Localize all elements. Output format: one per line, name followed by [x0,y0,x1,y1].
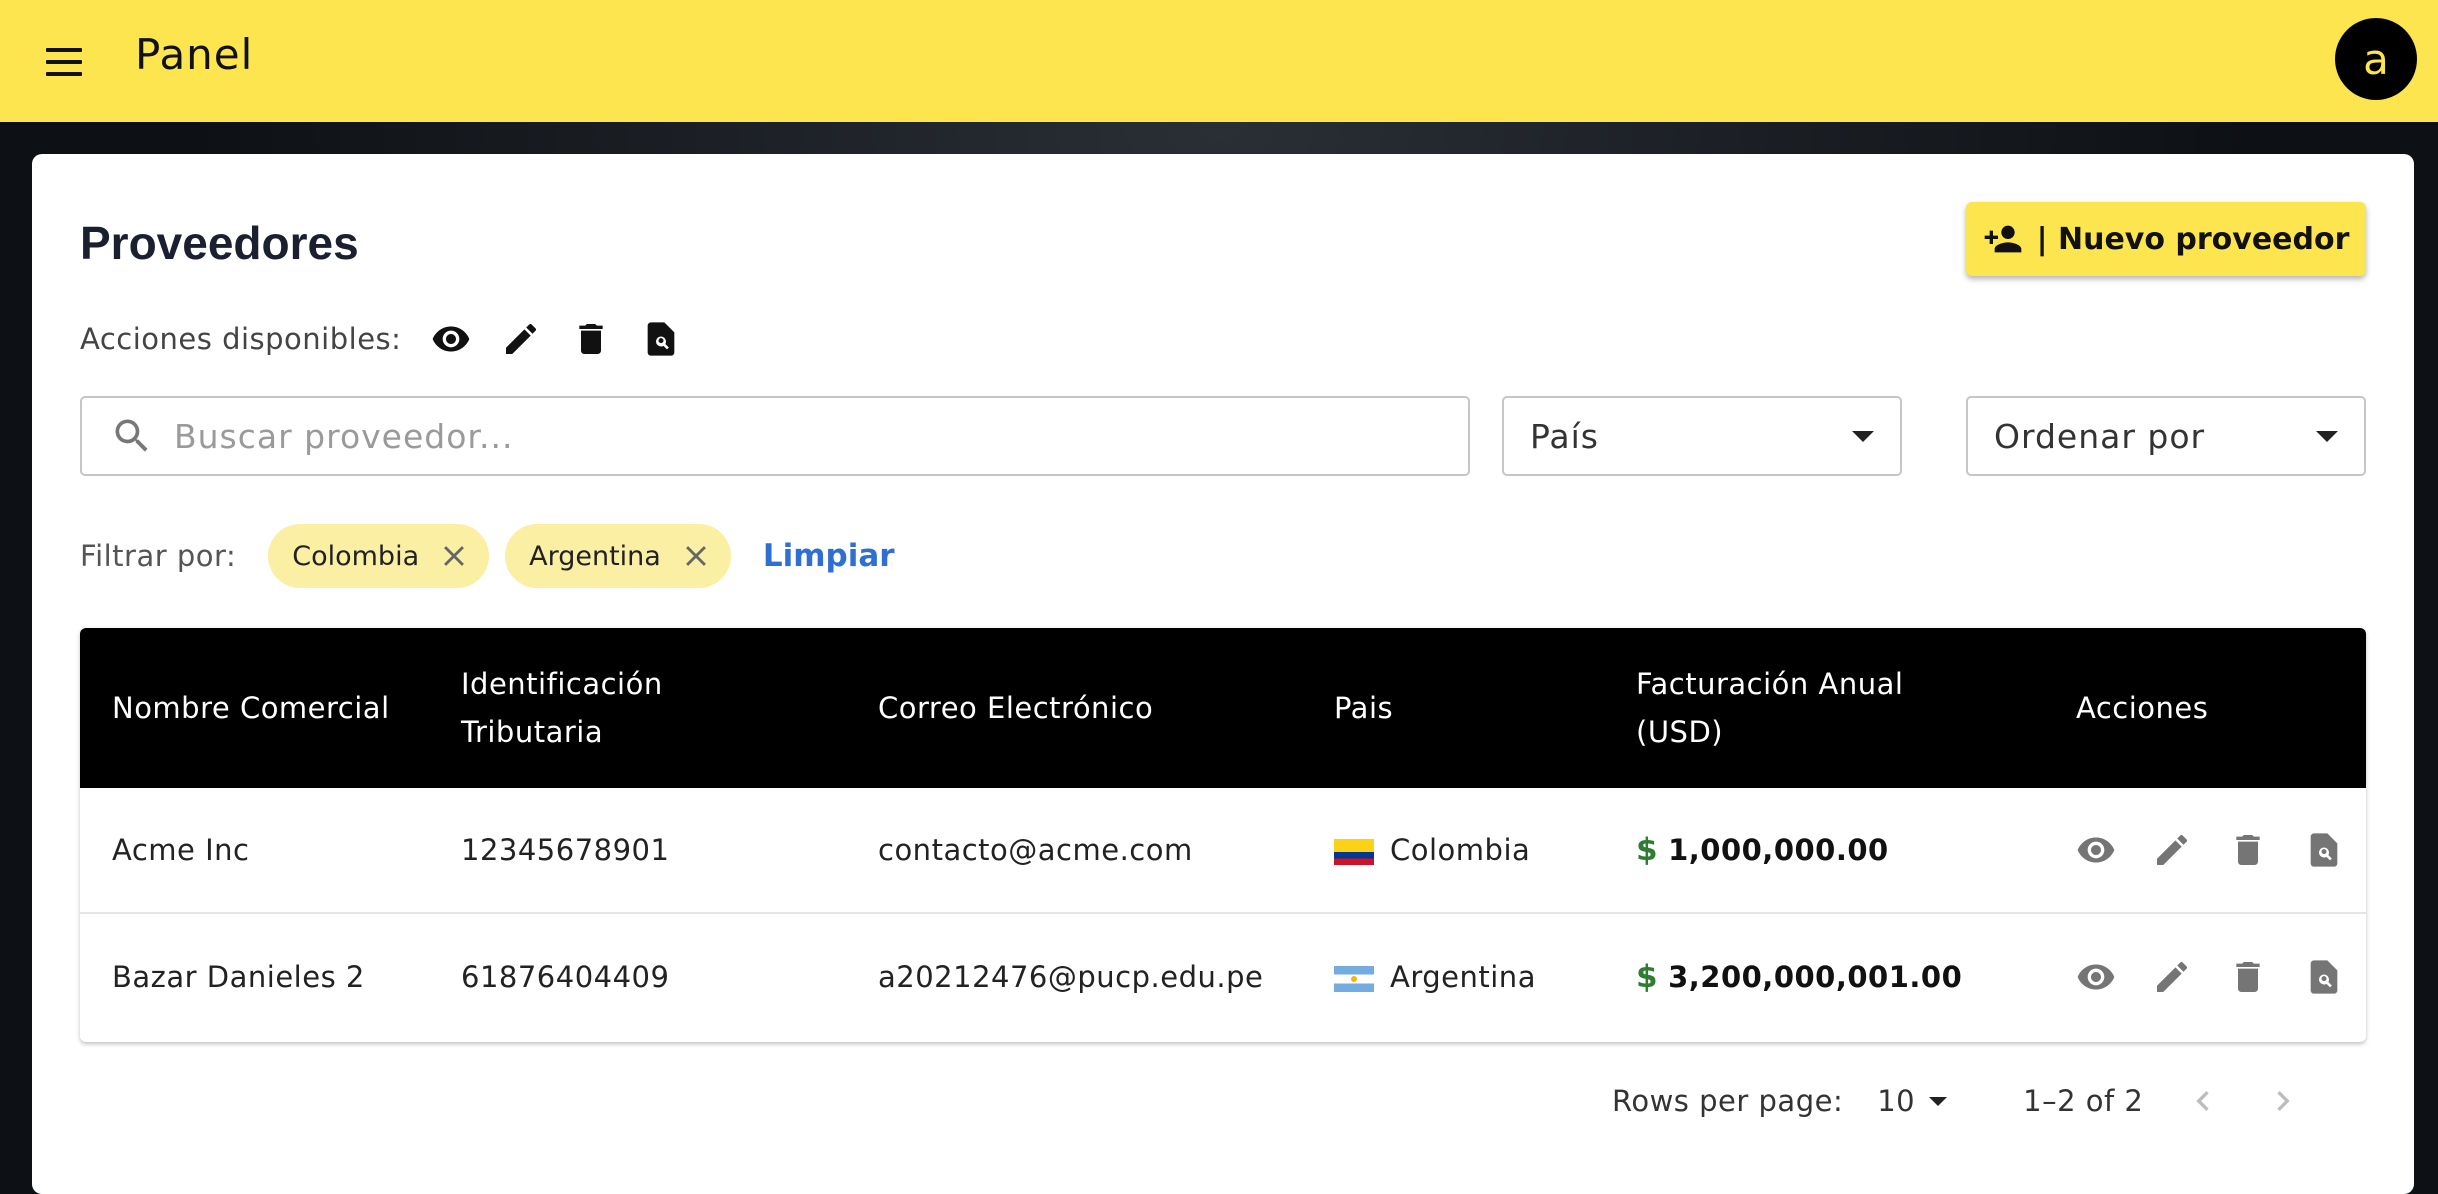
edit-button[interactable] [2152,957,2192,997]
cell-country: Argentina [1334,960,1584,994]
search-document-icon [2310,833,2338,867]
country-select[interactable]: País [1502,396,1902,476]
search-input[interactable] [174,416,1468,456]
chevron-down-icon [1929,1096,1948,1106]
menu-icon[interactable] [40,38,88,86]
cell-email: a20212476@pucp.edu.pe [878,960,1264,994]
cell-country: Colombia [1334,833,1584,867]
eye-icon [431,319,471,359]
table-row: Acme Inc 12345678901 contacto@acme.com C… [80,788,2366,914]
table-header: Nombre Comercial Identificación Tributar… [80,628,2366,788]
filter-chip-argentina[interactable]: Argentina [505,524,731,588]
close-icon[interactable] [679,539,713,573]
chevron-down-icon [2316,430,2338,442]
row-actions [2076,957,2366,997]
avatar[interactable]: a [2335,18,2417,100]
next-page-button[interactable] [2263,1081,2303,1121]
pencil-icon [501,319,541,359]
table-row: Bazar Danieles 2 61876404409 a20212476@p… [80,914,2366,1040]
cell-name: Acme Inc [112,833,250,867]
sort-select-label: Ordenar por [1994,416,2206,456]
filter-label: Filtrar por: [80,539,237,573]
argentina-flag-icon [1334,966,1374,992]
search-document-icon [2310,960,2338,994]
eye-icon [2077,964,2115,990]
chevron-left-icon [2196,1091,2210,1111]
cell-billing: $3,200,000,001.00 [1636,959,2036,995]
app-bar: Panel a [0,0,2438,122]
edit-button[interactable] [2152,830,2192,870]
eye-icon [2077,837,2115,863]
providers-table: Nombre Comercial Identificación Tributar… [80,628,2366,1042]
delete-button[interactable] [2228,830,2268,870]
pencil-icon [2157,834,2188,865]
rows-per-page-label: Rows per page: [1612,1084,1844,1118]
view-button[interactable] [2076,830,2116,870]
chip-label: Colombia [292,540,420,572]
colombia-flag-icon [1334,839,1374,865]
currency-sign: $ [1636,832,1659,868]
sort-select[interactable]: Ordenar por [1966,396,2366,476]
trash-icon [571,319,611,359]
clear-filters-link[interactable]: Limpiar [763,538,895,574]
pagination-range: 1–2 of 2 [2023,1084,2144,1118]
pagination: Rows per page: 10 1–2 of 2 [1612,1066,2372,1136]
new-provider-label: | Nuevo proveedor [2036,221,2350,257]
pencil-icon [2157,961,2188,992]
app-title: Panel [135,30,254,79]
filter-chip-colombia[interactable]: Colombia [268,524,490,588]
header-email[interactable]: Correo Electrónico [878,684,1318,732]
add-person-icon [1984,225,2021,253]
delete-button[interactable] [2228,957,2268,997]
inspect-button[interactable] [2304,830,2344,870]
active-filters: Filtrar por: Colombia Argentina Limpiar [80,524,895,588]
row-actions [2076,830,2366,870]
header-name[interactable]: Nombre Comercial [112,684,412,732]
search-document-icon [641,319,681,359]
cell-tax-id: 12345678901 [461,833,670,867]
rows-per-page-value: 10 [1877,1084,1916,1118]
trash-icon [2236,835,2260,865]
view-button[interactable] [2076,957,2116,997]
chevron-down-icon [1852,430,1874,442]
country-select-label: País [1530,416,1600,456]
cell-billing: $1,000,000.00 [1636,832,2036,868]
close-icon[interactable] [437,539,471,573]
header-tax-id[interactable]: Identificación Tributaria [461,660,721,756]
country-name: Argentina [1390,960,1536,994]
billing-amount: 1,000,000.00 [1668,833,1889,867]
cell-email: contacto@acme.com [878,833,1193,867]
cell-tax-id: 61876404409 [461,960,670,994]
chip-label: Argentina [529,540,661,572]
billing-amount: 3,200,000,001.00 [1668,960,1963,994]
header-actions: Acciones [2076,691,2209,725]
country-name: Colombia [1390,833,1531,867]
available-actions: Acciones disponibles: [80,314,711,364]
trash-icon [2236,962,2260,992]
header-country[interactable]: Pais [1334,684,1584,732]
rows-per-page-select[interactable]: 10 [1877,1084,1948,1118]
cell-name: Bazar Danieles 2 [112,960,365,994]
currency-sign: $ [1636,959,1659,995]
providers-card: Proveedores | Nuevo proveedor Acciones d… [32,154,2414,1194]
inspect-button[interactable] [2304,957,2344,997]
page-title: Proveedores [80,217,359,269]
search-icon [115,419,148,452]
available-actions-label: Acciones disponibles: [80,322,402,356]
chevron-right-icon [2277,1091,2291,1111]
search-field[interactable] [80,396,1470,476]
header-billing[interactable]: Facturación Anual (USD) [1636,660,1966,756]
new-provider-button[interactable]: | Nuevo proveedor [1966,202,2366,276]
previous-page-button[interactable] [2183,1081,2223,1121]
